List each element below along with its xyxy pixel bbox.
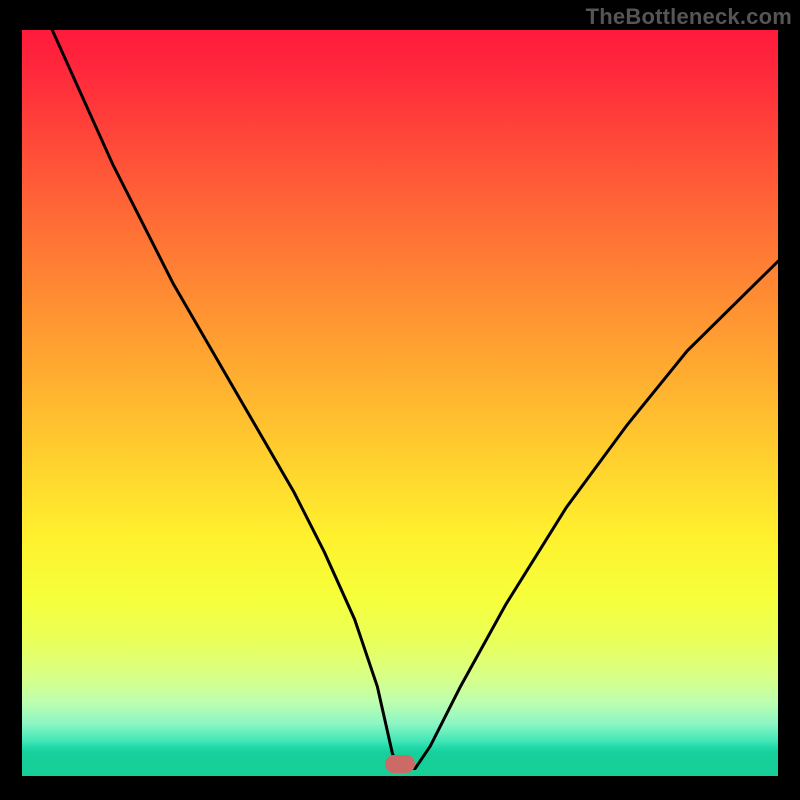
optimal-point-marker bbox=[385, 755, 415, 773]
watermark-text: TheBottleneck.com bbox=[586, 4, 792, 30]
chart-container: TheBottleneck.com bbox=[0, 0, 800, 800]
bottleneck-curve bbox=[22, 30, 778, 776]
curve-path bbox=[52, 30, 778, 769]
plot-area bbox=[22, 30, 778, 776]
